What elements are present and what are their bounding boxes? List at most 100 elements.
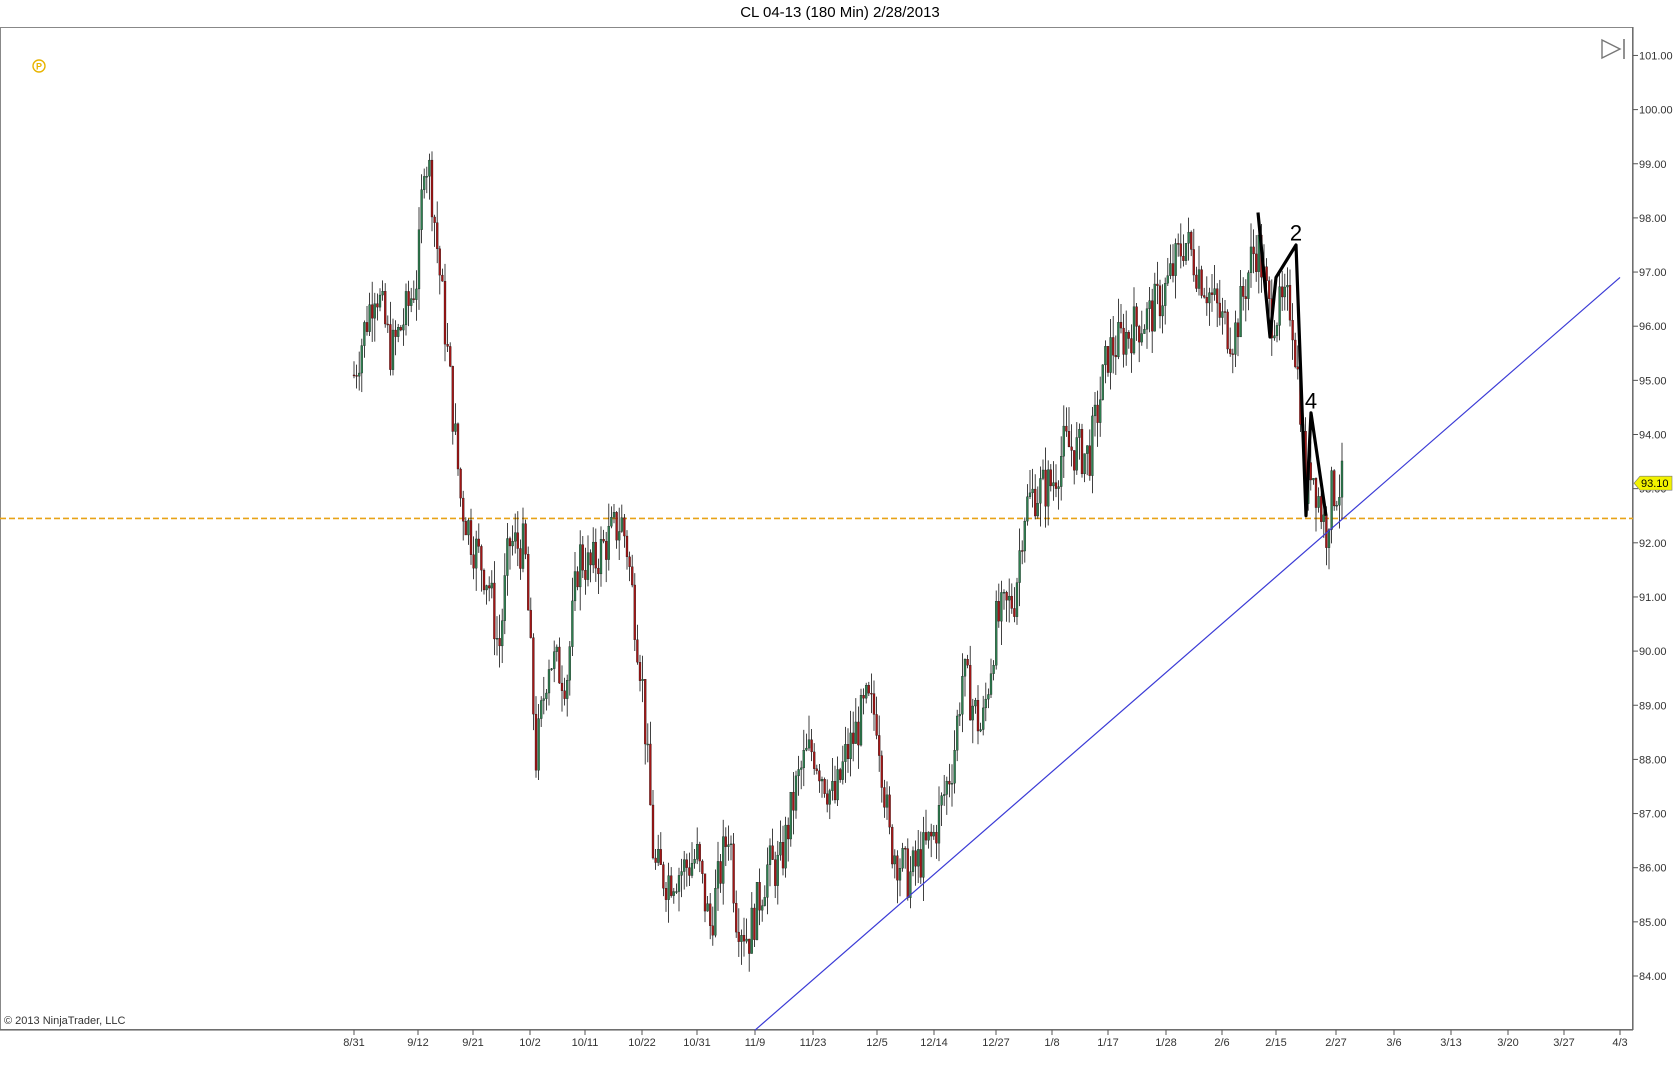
- candle: [917, 829, 920, 884]
- candle: [623, 513, 626, 548]
- candle: [1242, 277, 1245, 311]
- candle: [1158, 279, 1162, 329]
- candle: [878, 715, 881, 772]
- candle-body: [1179, 243, 1182, 257]
- candle: [1099, 376, 1102, 437]
- candle: [597, 558, 600, 595]
- y-tick-label: 97.00: [1639, 267, 1667, 279]
- candle-body: [1252, 246, 1255, 255]
- candle-body: [1239, 286, 1242, 338]
- candle: [1229, 327, 1232, 357]
- candle-body: [563, 690, 566, 699]
- last-price-label: 93.10: [1641, 478, 1669, 490]
- candle: [563, 677, 566, 706]
- x-tick-label: 3/13: [1440, 1037, 1461, 1049]
- candle-body: [1080, 429, 1084, 475]
- candle-body: [792, 791, 795, 811]
- candle-body: [1096, 404, 1099, 423]
- candle-body: [1286, 285, 1289, 288]
- candle: [937, 786, 941, 862]
- candle-body: [950, 783, 954, 785]
- candle: [527, 546, 530, 611]
- candle-body: [1210, 292, 1214, 295]
- candle: [1112, 315, 1115, 374]
- play-to-end-icon[interactable]: [1601, 38, 1625, 60]
- candle-body: [966, 659, 969, 666]
- candle: [984, 682, 987, 722]
- candle-body: [1140, 333, 1143, 343]
- candle: [568, 641, 571, 696]
- candle-body: [867, 685, 870, 694]
- candle-body: [1070, 446, 1073, 451]
- candle: [371, 281, 374, 342]
- candle-body: [451, 366, 454, 432]
- candle-body: [828, 790, 831, 805]
- candle-body: [818, 770, 821, 782]
- candle-body: [540, 700, 543, 719]
- candle: [742, 917, 746, 957]
- candle: [386, 315, 389, 333]
- candle-body: [779, 842, 782, 856]
- candle-body: [979, 729, 982, 732]
- candle-body: [508, 538, 512, 547]
- candle: [1169, 244, 1172, 280]
- candle-body: [1057, 486, 1060, 489]
- candle-body: [1221, 311, 1224, 318]
- candle: [758, 868, 761, 926]
- candle: [904, 846, 907, 869]
- candle: [963, 658, 967, 697]
- candle-body: [1288, 285, 1292, 321]
- candle: [997, 583, 1000, 628]
- candle: [976, 685, 980, 745]
- candle-body: [1075, 437, 1078, 471]
- candle: [1075, 422, 1078, 475]
- candle: [532, 633, 535, 731]
- candle: [397, 323, 400, 343]
- candle-body: [763, 897, 766, 906]
- candle-body: [1143, 329, 1146, 334]
- candle: [966, 654, 969, 669]
- candle-body: [576, 571, 579, 588]
- candle: [911, 846, 915, 877]
- candle: [664, 881, 668, 912]
- candle: [1281, 270, 1284, 311]
- candle-body: [501, 620, 504, 647]
- candle-body: [1192, 249, 1195, 276]
- candle: [1205, 276, 1208, 316]
- candle-body: [493, 582, 496, 640]
- candle-body: [610, 517, 613, 527]
- candle: [852, 711, 855, 762]
- candle-body: [477, 538, 480, 547]
- x-tick-label: 10/22: [628, 1037, 656, 1049]
- candle-body: [761, 905, 764, 911]
- candle: [1288, 269, 1292, 327]
- candle: [1114, 335, 1117, 375]
- candle: [1044, 447, 1047, 528]
- candle-body: [402, 324, 405, 331]
- price-chart[interactable]: 84.00 85.00 86.00 87.00 88.00 89.00 90.00 91.00…: [0, 0, 1680, 1076]
- candle: [1156, 261, 1159, 305]
- candle: [696, 827, 699, 865]
- y-tick-label: 92.00: [1639, 538, 1667, 550]
- y-tick-label: 84.00: [1639, 971, 1667, 983]
- candle-body: [1200, 269, 1203, 296]
- wave-label: 2: [1290, 220, 1302, 245]
- candle-body: [625, 535, 629, 558]
- candle: [672, 887, 675, 904]
- candle: [901, 842, 904, 872]
- candle: [914, 840, 917, 886]
- candle: [1314, 477, 1318, 532]
- candle: [810, 729, 813, 762]
- wave-line: [1256, 212, 1328, 518]
- candle-body: [1255, 253, 1258, 272]
- candle: [425, 166, 428, 194]
- candle-body: [1296, 366, 1299, 370]
- candle: [1086, 445, 1089, 476]
- candle: [922, 816, 925, 901]
- candle-body: [1294, 339, 1297, 367]
- candle-body: [1083, 453, 1086, 475]
- candle: [787, 817, 790, 862]
- candle: [659, 832, 662, 866]
- trendline: [754, 277, 1621, 1031]
- candle-body: [1036, 503, 1039, 517]
